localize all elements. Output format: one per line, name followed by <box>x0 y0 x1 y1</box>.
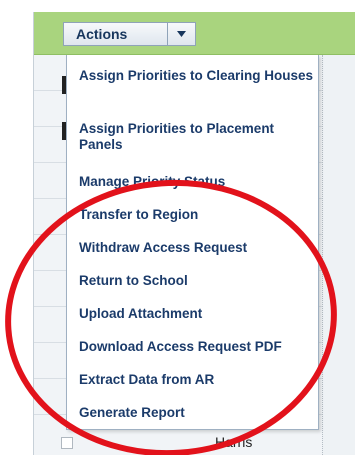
menu-item-extract-data-from-ar[interactable]: Extract Data from AR <box>79 372 315 388</box>
menu-item-withdraw-access-request[interactable]: Withdraw Access Request <box>79 240 315 256</box>
menu-item-manage-priority-status[interactable]: Manage Priority Status <box>79 174 315 190</box>
actions-menu: Assign Priorities to Clearing Houses Ass… <box>66 55 319 430</box>
menu-item-download-access-request-pdf[interactable]: Download Access Request PDF <box>79 339 315 355</box>
menu-item-generate-report[interactable]: Generate Report <box>79 405 315 421</box>
menu-item-assign-priorities-placement-panels[interactable]: Assign Priorities to Placement Panels <box>79 121 315 153</box>
grid-right-column <box>322 55 355 455</box>
actions-dropdown-button[interactable]: Actions <box>63 22 196 46</box>
page: Actions Assign Priorities to Clearing Ho… <box>0 0 355 455</box>
menu-item-upload-attachment[interactable]: Upload Attachment <box>79 306 315 322</box>
row-checkbox[interactable] <box>61 437 73 449</box>
actions-label: Actions <box>76 26 128 42</box>
table-cell-name: Harris <box>215 434 253 450</box>
menu-item-return-to-school[interactable]: Return to School <box>79 273 315 289</box>
menu-item-assign-priorities-clearing-houses[interactable]: Assign Priorities to Clearing Houses <box>79 68 315 84</box>
menu-item-transfer-to-region[interactable]: Transfer to Region <box>79 207 315 223</box>
triangle-down-icon[interactable] <box>167 23 195 45</box>
